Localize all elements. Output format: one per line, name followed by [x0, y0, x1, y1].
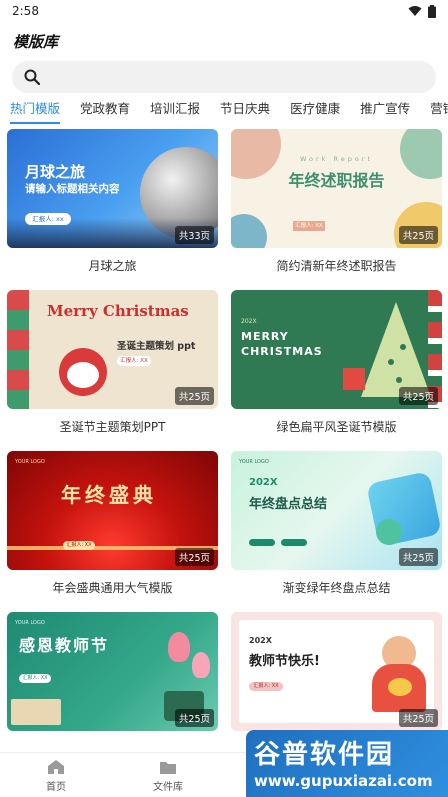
flower-illustration [192, 652, 210, 678]
thumb-heading: 年终述职报告 [288, 171, 385, 190]
thumb-presenter: 汇报人: XX [63, 541, 95, 550]
thumb-presenter: 汇报人: XX [293, 221, 325, 231]
template-thumbnail[interactable]: Merry Christmas 圣诞主题策划 ppt 汇报人: XX 共25页 [7, 290, 218, 409]
nav-files-label: 文件库 [153, 782, 183, 793]
thumb-subheading: Work Report [299, 155, 374, 163]
search-bar[interactable] [12, 61, 436, 93]
template-card[interactable]: YOUR LOGO 年终盛典 汇报人: XX 共25页 年会盛典通用大气模版 [7, 451, 218, 595]
thumb-presenter: 汇报人: XX [117, 356, 151, 366]
thumb-year: 202X [249, 477, 278, 488]
category-tabs: 热门模版 党政教育 培训汇报 节日庆典 医疗健康 推广宣传 营销策划 [0, 98, 448, 124]
search-input[interactable] [48, 69, 408, 85]
nav-files[interactable]: 文件库 [138, 759, 198, 793]
thumb-presenter: 汇报人: xx [25, 213, 71, 225]
template-card[interactable]: 202X MERRY CHRISTMAS 共25页 绿色扁平风圣诞节模版 [231, 290, 442, 434]
template-title: 绿色扁平风圣诞节模版 [276, 420, 397, 434]
nav-home[interactable]: 首页 [26, 759, 86, 793]
template-card[interactable]: YOUR LOGO 202X 年终盘点总结 共25页 渐变绿年终盘点总结 [231, 451, 442, 595]
tab-promotion[interactable]: 推广宣传 [350, 98, 420, 124]
template-thumbnail[interactable]: 202X MERRY CHRISTMAS 共25页 [231, 290, 442, 409]
battery-icon [428, 4, 436, 18]
page-count-badge: 共25页 [398, 387, 438, 405]
template-card[interactable]: Merry Christmas 圣诞主题策划 ppt 汇报人: XX 共25页 … [7, 290, 218, 434]
template-title: 简约清新年终述职报告 [276, 259, 397, 273]
status-time: 2:58 [12, 4, 39, 18]
page-count-badge: 共25页 [174, 709, 214, 727]
tab-festival[interactable]: 节日庆典 [210, 98, 280, 124]
template-title: 年会盛典通用大气模版 [52, 581, 173, 595]
status-bar: 2:58 [0, 0, 448, 22]
watermark-title: 谷普软件园 [254, 740, 395, 770]
search-icon [24, 69, 40, 85]
flower-illustration [168, 632, 190, 662]
page-count-badge: 共25页 [174, 387, 214, 405]
template-card[interactable]: 月球之旅 请输入标题相关内容 汇报人: xx 共33页 月球之旅 [7, 129, 218, 273]
page-count-badge: 共25页 [398, 709, 438, 727]
decor-shape [231, 214, 267, 248]
thumb-presenter: 汇报人: XX [19, 674, 51, 683]
thumb-presenter: 汇报人: XX [249, 682, 283, 691]
template-thumbnail[interactable]: YOUR LOGO 202X 年终盘点总结 共25页 [231, 451, 442, 570]
thumb-heading: MERRY [241, 330, 289, 343]
page-count-badge: 共25页 [174, 548, 214, 566]
tab-party-education[interactable]: 党政教育 [70, 98, 140, 124]
page-count-badge: 共25页 [398, 548, 438, 566]
flower-illustration [388, 678, 412, 696]
template-title: 月球之旅 [88, 259, 137, 273]
santa-beard [67, 362, 99, 388]
thumb-heading: 月球之旅 [25, 163, 86, 181]
template-thumbnail[interactable]: 202X 教师节快乐! 汇报人: XX 共25页 [231, 612, 442, 731]
thumb-heading: Merry Christmas [47, 302, 189, 320]
decor-shape [376, 519, 402, 545]
thumb-logo: YOUR LOGO [15, 459, 45, 465]
thumb-subheading: CHRISTMAS [241, 345, 323, 358]
thumb-button [281, 539, 307, 546]
thumb-subheading: 请输入标题相关内容 [25, 183, 120, 195]
thumb-heading: 年终盘点总结 [249, 497, 328, 512]
thumb-year: 202X [241, 318, 257, 325]
books-illustration [11, 699, 61, 725]
site-watermark: 谷普软件园 www.gupuxiazai.com [246, 730, 448, 797]
nav-home-label: 首页 [46, 782, 66, 793]
tab-marketing[interactable]: 营销策划 [420, 98, 448, 124]
tab-training-report[interactable]: 培训汇报 [140, 98, 210, 124]
thumb-heading: 教师节快乐! [249, 654, 320, 669]
thumb-heading: 年终盛典 [61, 483, 157, 507]
template-card[interactable]: 202X 教师节快乐! 汇报人: XX 共25页 [231, 612, 442, 731]
template-title: 圣诞节主题策划PPT [59, 420, 166, 434]
thumb-subheading: 圣诞主题策划 ppt [117, 341, 196, 352]
status-icons [408, 4, 436, 18]
tab-hot[interactable]: 热门模版 [0, 98, 70, 124]
template-title: 渐变绿年终盘点总结 [282, 581, 391, 595]
thumb-button [249, 539, 275, 546]
tab-medical[interactable]: 医疗健康 [280, 98, 350, 124]
thumb-heading: 感恩教师节 [19, 636, 110, 655]
gift-illustration [343, 368, 365, 390]
wifi-icon [408, 6, 422, 16]
watermark-url: www.gupuxiazai.com [254, 772, 433, 790]
thumb-logo: YOUR LOGO [15, 620, 45, 626]
template-thumbnail[interactable]: YOUR LOGO 感恩教师节 汇报人: XX 共25页 [7, 612, 218, 731]
folder-icon [160, 762, 176, 774]
page-title: 模版库 [13, 33, 59, 51]
thumb-year: 202X [249, 636, 272, 645]
template-thumbnail[interactable]: YOUR LOGO 年终盛典 汇报人: XX 共25页 [7, 451, 218, 570]
template-card[interactable]: Work Report 年终述职报告 汇报人: XX 共25页 简约清新年终述职… [231, 129, 442, 273]
template-card[interactable]: YOUR LOGO 感恩教师节 汇报人: XX 共25页 [7, 612, 218, 731]
page-count-badge: 共25页 [398, 226, 438, 244]
template-thumbnail[interactable]: Work Report 年终述职报告 汇报人: XX 共25页 [231, 129, 442, 248]
template-thumbnail[interactable]: 月球之旅 请输入标题相关内容 汇报人: xx 共33页 [7, 129, 218, 248]
home-icon [48, 760, 64, 774]
thumb-logo: YOUR LOGO [239, 459, 269, 465]
decor-strip [7, 290, 29, 409]
page-count-badge: 共33页 [174, 226, 214, 244]
